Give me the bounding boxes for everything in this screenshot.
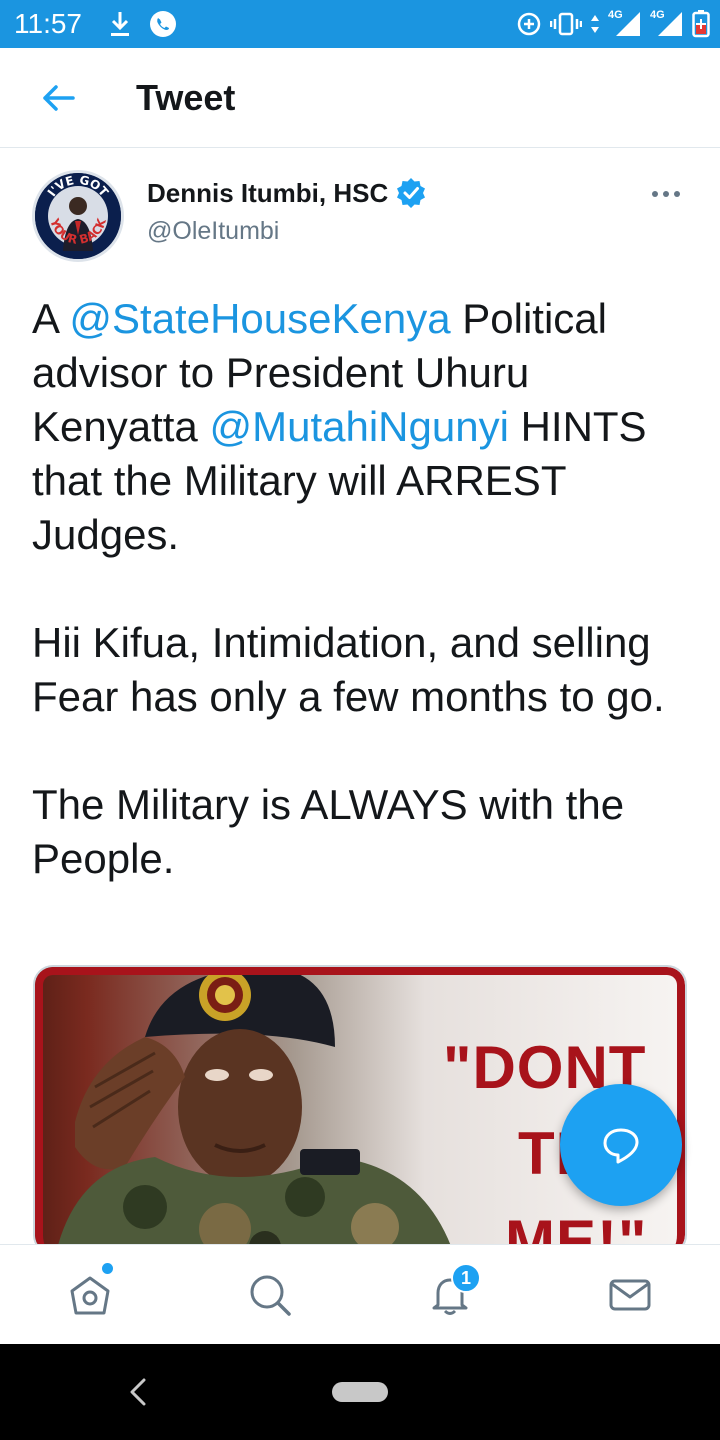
more-options-button[interactable] <box>646 176 686 212</box>
nav-messages[interactable] <box>602 1267 658 1323</box>
status-icons: 4G 4G <box>516 9 710 39</box>
arrow-left-icon <box>43 85 75 111</box>
app-header: Tweet <box>0 48 720 148</box>
messages-icon <box>609 1279 651 1311</box>
bottom-navigation: 1 <box>0 1244 720 1344</box>
avatar-image: I'VE GOT YOUR BACK <box>35 173 121 259</box>
signal-4g-icon: 4G <box>650 10 684 38</box>
avatar[interactable]: I'VE GOT YOUR BACK <box>32 170 124 262</box>
system-back-icon[interactable] <box>122 1374 156 1410</box>
more-dots-icon <box>652 191 680 197</box>
reply-fab-button[interactable] <box>560 1084 682 1206</box>
home-new-indicator <box>102 1263 113 1274</box>
status-bar: 11:57 4G 4G <box>0 0 720 48</box>
home-icon <box>70 1276 110 1315</box>
data-arrows-icon <box>591 15 599 33</box>
mention-link[interactable]: @StateHouseKenya <box>69 295 450 342</box>
search-icon <box>250 1275 291 1316</box>
mention-link[interactable]: @MutahiNgunyi <box>209 403 508 450</box>
nav-home[interactable] <box>62 1267 118 1323</box>
status-time: 11:57 <box>14 8 82 39</box>
reply-bubble-icon <box>603 1128 639 1164</box>
data-saver-icon <box>517 12 541 36</box>
vibrate-icon <box>550 12 582 36</box>
back-button[interactable] <box>36 76 80 120</box>
system-navigation-bar <box>0 1344 720 1440</box>
whatsapp-icon <box>150 11 176 37</box>
tweet-paragraph-3: The Military is ALWAYS with the People. <box>32 781 625 882</box>
battery-icon <box>692 10 710 38</box>
signal-4g-icon: 4G <box>608 10 642 38</box>
author-name-row[interactable]: Dennis Itumbi, HSC <box>147 176 426 210</box>
tweet-text: A @StateHouseKenya Political advisor to … <box>32 292 692 886</box>
nav-search[interactable] <box>242 1267 298 1323</box>
page-title: Tweet <box>136 77 236 118</box>
notification-count-badge: 1 <box>451 1263 481 1293</box>
author-handle[interactable]: @OleItumbi <box>147 214 279 248</box>
system-home-pill[interactable] <box>332 1382 388 1402</box>
download-icon <box>111 12 129 36</box>
tweet-paragraph-1: A @StateHouseKenya Political advisor to … <box>32 292 692 562</box>
tweet-paragraph-2: Hii Kifua, Intimidation, and selling Fea… <box>32 619 665 720</box>
author-name[interactable]: Dennis Itumbi, HSC <box>147 176 388 210</box>
tweet-text-segment: A <box>32 295 70 342</box>
verified-badge-icon <box>397 178 426 208</box>
